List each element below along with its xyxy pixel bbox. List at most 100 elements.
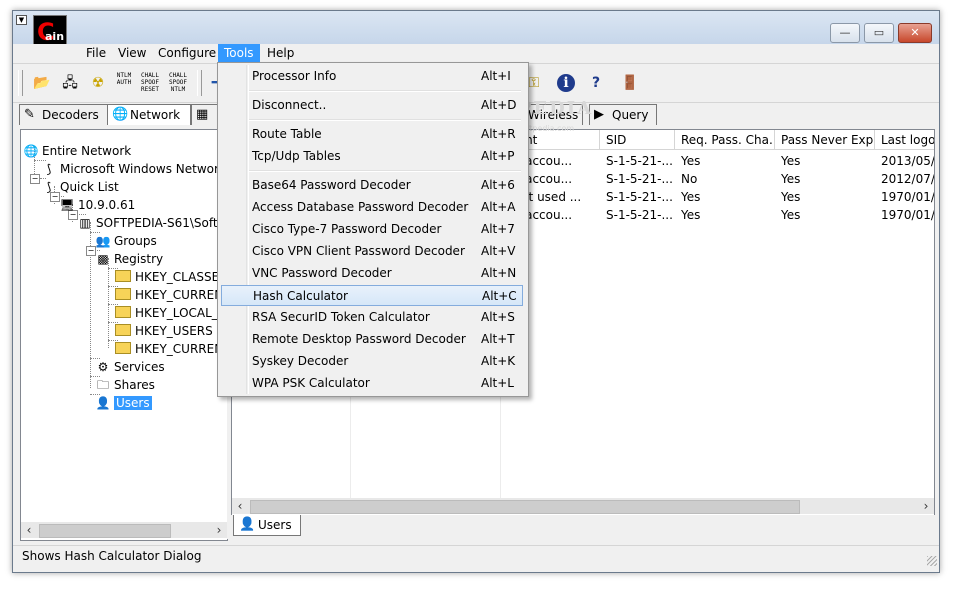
scroll-thumb[interactable]: [250, 500, 800, 514]
system-menu-icon[interactable]: ▼: [16, 15, 27, 25]
tab-hidden[interactable]: ▦: [191, 104, 219, 125]
menu-item-base64-decoder[interactable]: Base64 Password Decoder Alt+6: [221, 175, 523, 196]
table-cell: S-1-5-21-...: [606, 154, 673, 168]
folder-icon: [115, 288, 131, 300]
user-icon: 👤: [95, 396, 111, 410]
menu-separator: [249, 90, 521, 92]
tab-query[interactable]: ▶ Query: [589, 104, 657, 125]
computer-icon: 🖥: [59, 198, 75, 212]
tree-item-hkey-classes[interactable]: HKEY_CLASSES: [115, 268, 227, 286]
column-header-sid[interactable]: SID: [600, 130, 675, 150]
network-adapter-icon[interactable]: 🖧: [59, 72, 81, 94]
menu-item-syskey-decoder[interactable]: Syskey Decoder Alt+K: [221, 351, 523, 372]
menu-item-rsa-securid[interactable]: RSA SecurID Token Calculator Alt+S: [221, 307, 523, 328]
menu-separator: [249, 170, 521, 172]
menu-help[interactable]: Help: [261, 44, 300, 62]
tree-item-microsoft-windows-network[interactable]: ⟆ Microsoft Windows Network: [41, 160, 226, 178]
info-icon[interactable]: i: [557, 74, 575, 92]
column-header-req-pass-change[interactable]: Req. Pass. Cha...: [675, 130, 775, 150]
scroll-left-icon[interactable]: ‹: [232, 498, 248, 514]
query-icon: ▶: [594, 107, 604, 122]
title-bar[interactable]: ▼ C ain — ▭ ✕: [13, 11, 939, 49]
tree-item-shares[interactable]: 🗀 Shares: [95, 376, 155, 394]
scroll-thumb[interactable]: [39, 524, 171, 538]
scroll-left-icon[interactable]: ‹: [21, 522, 37, 538]
tree-item-services[interactable]: ⚙ Services: [95, 358, 165, 376]
network-icon: 🌐: [112, 107, 129, 122]
chall-spoof-reset-button[interactable]: CHALL SPOOF RESET: [139, 72, 161, 93]
tree-item-hkey-local[interactable]: HKEY_LOCAL_I: [115, 304, 221, 322]
menu-bar: File View Configure Tools Help: [13, 44, 939, 62]
tree-item-users[interactable]: 👤 Users: [95, 394, 152, 412]
menu-item-processor-info[interactable]: Processor Info Alt+I: [221, 66, 523, 87]
folder-icon: [115, 342, 131, 354]
tree-item-domain[interactable]: ▥ SOFTPEDIA-S61\Softp: [77, 214, 225, 232]
tab-users[interactable]: 👤 Users: [233, 515, 301, 536]
menu-item-vnc-decoder[interactable]: VNC Password Decoder Alt+N: [221, 263, 523, 284]
menu-item-wpa-psk-calculator[interactable]: WPA PSK Calculator Alt+L: [221, 373, 523, 394]
toolbar-separator: [197, 70, 202, 96]
tree-item-hkey-current-user[interactable]: HKEY_CURREN: [115, 286, 223, 304]
menu-item-rdp-decoder[interactable]: Remote Desktop Password Decoder Alt+T: [221, 329, 523, 350]
table-hscrollbar[interactable]: ‹ ›: [232, 498, 934, 514]
network-tree[interactable]: − − − − 🌐 Entire Network ⟆ Microsoft Windo…: [20, 129, 228, 541]
tree-item-hkey-current-config[interactable]: HKEY_CURREN: [115, 340, 223, 358]
scroll-right-icon[interactable]: ›: [211, 522, 227, 538]
radiation-icon[interactable]: ☢: [87, 72, 109, 94]
table-cell: 2013/05/6: [881, 154, 935, 168]
table-cell: 1970/01/1: [881, 190, 935, 204]
table-cell: S-1-5-21-...: [606, 172, 673, 186]
maximize-icon: ▭: [873, 26, 885, 39]
column-header-last-logon[interactable]: Last logo: [875, 130, 934, 150]
close-button[interactable]: ✕: [898, 23, 932, 43]
collapse-quick-list-icon[interactable]: −: [30, 174, 40, 184]
column-header-pass-never-expires[interactable]: Pass Never Exp...: [775, 130, 875, 150]
tree-item-registry[interactable]: ▩ Registry: [95, 250, 163, 268]
gears-icon: ⚙: [97, 360, 109, 374]
menu-item-hash-calculator[interactable]: Hash Calculator Alt+C: [221, 285, 523, 306]
menu-item-cisco-vpn-decoder[interactable]: Cisco VPN Client Password Decoder Alt+V: [221, 241, 523, 262]
menu-file[interactable]: File: [80, 44, 112, 62]
tab-label: Network: [130, 108, 181, 122]
chall-spoof-ntlm-button[interactable]: CHALL SPOOF NTLM: [167, 72, 189, 93]
tab-label: Decoders: [42, 108, 99, 122]
menu-item-disconnect[interactable]: Disconnect.. Alt+D: [221, 95, 523, 116]
folder-icon: [115, 270, 131, 282]
exit-door-icon[interactable]: 🚪: [619, 72, 641, 94]
tree-item-host[interactable]: 🖥 10.9.0.61: [59, 196, 135, 214]
tools-menu: Processor Info Alt+I Disconnect.. Alt+D Ro…: [217, 62, 529, 397]
tree-item-groups[interactable]: 👥 Groups: [95, 232, 157, 250]
tree-hscrollbar[interactable]: ‹ ›: [21, 522, 227, 538]
tree-item-quick-list[interactable]: ⟆ Quick List: [41, 178, 119, 196]
network-link-icon: ⟆: [46, 180, 52, 194]
logo-text: ain: [45, 30, 65, 43]
shared-folder-icon: 🗀: [96, 378, 109, 392]
table-cell: 2012/07/2: [881, 172, 935, 186]
minimize-button[interactable]: —: [830, 23, 860, 43]
menu-item-tcp-udp-tables[interactable]: Tcp/Udp Tables Alt+P: [221, 146, 523, 167]
ntlm-auth-button[interactable]: NTLM AUTH: [113, 72, 135, 86]
table-cell: Yes: [781, 208, 801, 222]
tab-label: Query: [612, 108, 649, 122]
help-icon[interactable]: ?: [585, 72, 607, 94]
tab-network[interactable]: 🌐 Network: [107, 104, 191, 125]
menu-item-cisco-type7-decoder[interactable]: Cisco Type-7 Password Decoder Alt+7: [221, 219, 523, 240]
menu-item-route-table[interactable]: Route Table Alt+R: [221, 124, 523, 145]
toolbar-grip[interactable]: [18, 70, 23, 96]
tree-item-hkey-users[interactable]: HKEY_USERS: [115, 322, 213, 340]
resize-grip[interactable]: [927, 556, 937, 566]
network-link-icon: ⟆: [46, 162, 52, 176]
open-folder-icon[interactable]: 📂: [31, 72, 53, 94]
scroll-right-icon[interactable]: ›: [918, 498, 934, 514]
menu-tools[interactable]: Tools: [218, 44, 260, 62]
table-cell: Yes: [681, 208, 701, 222]
decoder-icon: ✎: [24, 107, 35, 122]
table-cell: S-1-5-21-...: [606, 190, 673, 204]
menu-item-access-db-decoder[interactable]: Access Database Password Decoder Alt+A: [221, 197, 523, 218]
menu-view[interactable]: View: [112, 44, 152, 62]
tree-item-entire-network[interactable]: 🌐 Entire Network: [23, 142, 132, 160]
maximize-button[interactable]: ▭: [864, 23, 894, 43]
menu-configure[interactable]: Configure: [152, 44, 222, 62]
tab-decoders[interactable]: ✎ Decoders: [19, 104, 113, 125]
user-icon: 👤: [239, 517, 256, 532]
